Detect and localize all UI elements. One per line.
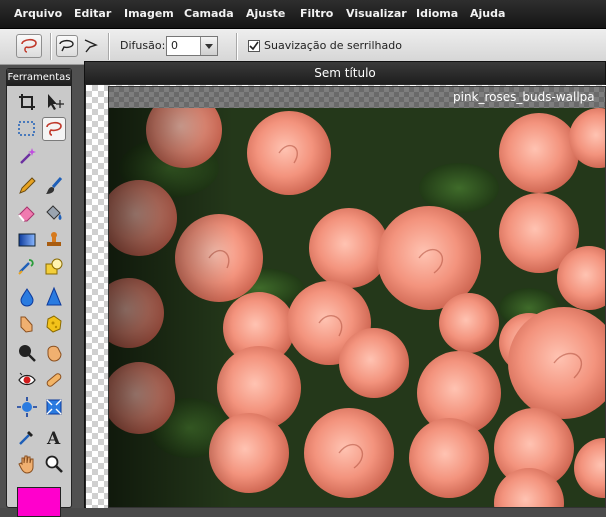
type-tool[interactable]: A xyxy=(43,426,65,449)
menu-ajuda[interactable]: Ajuda xyxy=(470,0,505,28)
antialias-checkbox[interactable] xyxy=(248,40,260,52)
hand-icon xyxy=(18,455,34,474)
marquee-tool[interactable] xyxy=(16,118,38,140)
blur-tool[interactable] xyxy=(16,286,38,308)
shape-icon xyxy=(45,258,63,275)
freehand-lasso-icon xyxy=(59,39,74,52)
bandage-icon xyxy=(46,373,62,387)
crop-icon xyxy=(19,94,35,110)
color-replace-tool[interactable] xyxy=(16,256,38,278)
burn-tool[interactable] xyxy=(43,342,65,364)
image-window: pink_roses_buds-wallpa xyxy=(108,86,606,508)
menu-idioma[interactable]: Idioma xyxy=(416,0,458,28)
pinch-tool[interactable] xyxy=(43,396,65,418)
pencil-tool[interactable] xyxy=(16,175,38,197)
red-eye-tool[interactable] xyxy=(16,369,38,391)
type-icon: A xyxy=(46,429,61,449)
color-replace-icon xyxy=(18,259,34,275)
menu-camada[interactable]: Camada xyxy=(184,0,234,28)
feather-select[interactable]: 0 xyxy=(166,36,218,56)
magic-wand-tool[interactable] xyxy=(16,145,38,167)
menu-visualizar[interactable]: Visualizar xyxy=(346,0,407,28)
blur-drop-icon xyxy=(20,288,34,307)
crop-tool[interactable] xyxy=(16,91,38,113)
antialias-label: Suavização de serrilhado xyxy=(264,39,402,52)
marquee-icon xyxy=(18,121,35,136)
lasso-tool[interactable] xyxy=(42,117,66,141)
paint-bucket-tool[interactable] xyxy=(43,202,65,224)
gradient-tool[interactable] xyxy=(16,229,38,251)
menu-ajuste[interactable]: Ajuste xyxy=(246,0,285,28)
shape-tool[interactable] xyxy=(43,256,65,278)
svg-text:A: A xyxy=(46,429,61,448)
image-window-titlebar[interactable]: pink_roses_buds-wallpa xyxy=(109,87,605,108)
spot-heal-tool[interactable] xyxy=(43,369,65,391)
rose-photo[interactable] xyxy=(109,108,606,508)
magic-wand-icon xyxy=(20,148,36,164)
menu-bar: Arquivo Editar Imagem Camada Ajuste Filt… xyxy=(0,0,606,29)
dodge-tool[interactable] xyxy=(16,342,38,364)
smudge-tool[interactable] xyxy=(16,313,38,335)
separator xyxy=(50,33,52,60)
sponge-tool[interactable] xyxy=(43,313,65,335)
feather-value: 0 xyxy=(171,39,178,52)
image-window-title: pink_roses_buds-wallpa xyxy=(453,90,595,104)
hand-tool[interactable] xyxy=(16,453,38,475)
smudge-finger-icon xyxy=(20,316,33,333)
clone-stamp-icon xyxy=(47,232,61,246)
pencil-icon xyxy=(19,177,36,194)
zoom-tool[interactable] xyxy=(43,453,65,475)
dropdown-arrow-icon xyxy=(200,37,217,55)
menu-editar[interactable]: Editar xyxy=(74,0,111,28)
gradient-icon xyxy=(18,233,36,247)
separator xyxy=(236,33,238,60)
tools-panel-title: Ferramentas xyxy=(7,69,71,86)
lasso-preset-button[interactable] xyxy=(16,34,42,58)
eyedropper-icon xyxy=(19,431,33,445)
check-icon xyxy=(249,41,259,51)
brush-icon xyxy=(46,177,63,194)
sponge-icon xyxy=(46,315,62,333)
freehand-lasso-button[interactable] xyxy=(56,35,78,57)
polygon-lasso-button[interactable] xyxy=(80,35,102,57)
options-bar: Difusão: 0 Suavização de serrilhado xyxy=(0,29,606,65)
red-eye-icon xyxy=(18,372,36,386)
separator xyxy=(108,33,110,60)
polygon-lasso-icon xyxy=(84,39,98,53)
menu-filtro[interactable]: Filtro xyxy=(300,0,333,28)
clone-stamp-tool[interactable] xyxy=(43,229,65,251)
dodge-icon xyxy=(19,345,36,362)
document-title[interactable]: Sem título xyxy=(85,62,605,84)
menu-imagem[interactable]: Imagem xyxy=(124,0,174,28)
menu-arquivo[interactable]: Arquivo xyxy=(14,0,62,28)
bloat-tool[interactable] xyxy=(16,396,38,418)
pinch-icon xyxy=(46,399,62,415)
zoom-icon xyxy=(45,455,63,473)
move-tool[interactable] xyxy=(43,91,65,113)
burn-hand-icon xyxy=(47,345,62,362)
bloat-icon xyxy=(17,397,37,417)
eraser-tool[interactable] xyxy=(16,202,38,224)
move-icon xyxy=(48,94,64,110)
lasso-icon xyxy=(21,38,37,53)
brush-tool[interactable] xyxy=(43,175,65,197)
sharpen-icon xyxy=(46,286,62,306)
foreground-color-swatch[interactable] xyxy=(17,487,61,517)
color-picker-tool[interactable] xyxy=(16,426,38,448)
lasso-icon xyxy=(46,121,62,136)
eraser-icon xyxy=(18,206,35,222)
tools-panel: Ferramentas A xyxy=(6,68,72,517)
paint-bucket-icon xyxy=(46,205,62,220)
sharpen-tool[interactable] xyxy=(43,286,65,308)
feather-label: Difusão: xyxy=(120,39,166,52)
